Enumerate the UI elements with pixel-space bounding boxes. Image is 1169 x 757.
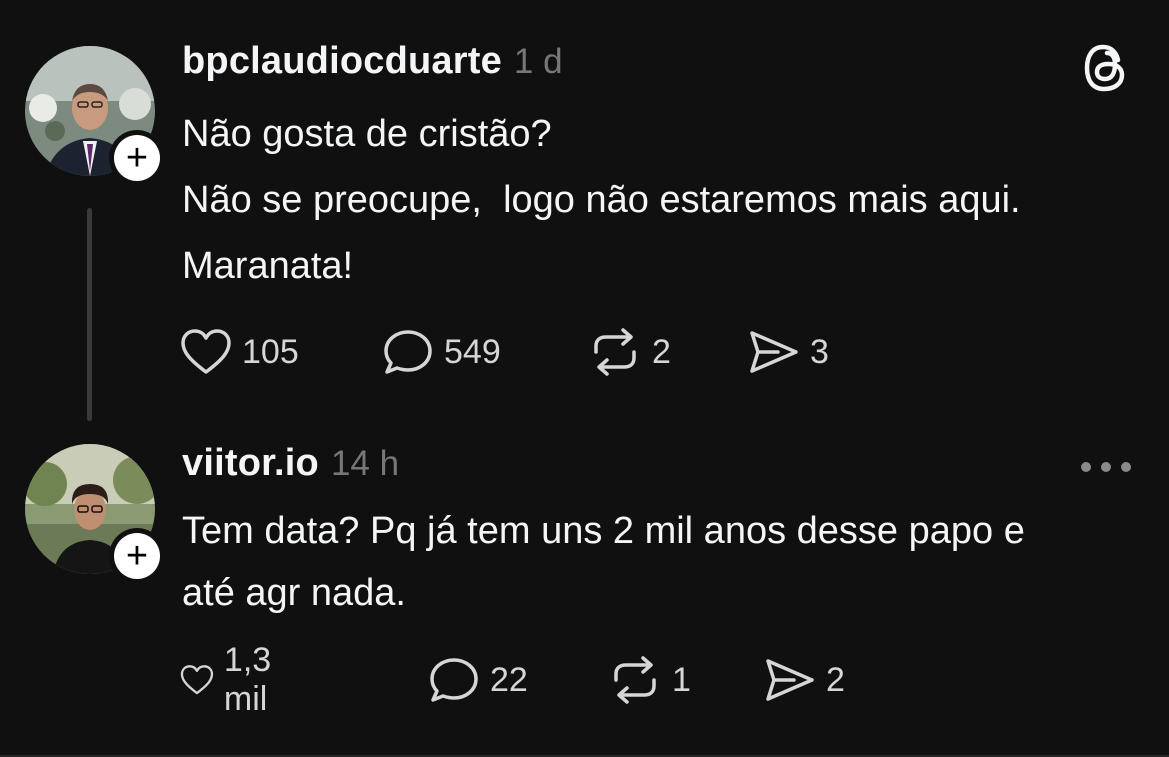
share-button[interactable]: 3: [748, 324, 829, 380]
send-icon: [766, 659, 814, 701]
post-body: Não gosta de cristão? Não se preocupe, l…: [182, 101, 1139, 299]
share-count: 3: [810, 332, 829, 371]
plus-icon: +: [114, 135, 160, 181]
post-text-line: Tem data? Pq já tem uns 2 mil anos desse…: [182, 510, 1025, 552]
post-time: 1 d: [513, 42, 563, 81]
avatar-container[interactable]: +: [25, 46, 165, 186]
like-count: 105: [242, 332, 299, 371]
send-icon: [750, 331, 798, 373]
post-body: Tem data? Pq já tem uns 2 mil anos desse…: [182, 500, 1139, 624]
comment-count: 549: [444, 332, 501, 371]
repost-button[interactable]: 2: [588, 324, 671, 380]
repost-icon: [594, 328, 636, 376]
more-options-button[interactable]: [1081, 460, 1131, 474]
more-dots-icon: [1121, 462, 1131, 472]
post-text-line: até agr nada.: [182, 572, 406, 614]
threads-conversation: + bpclaudiocduarte 1 d Não gosta de cris…: [0, 0, 1169, 757]
comment-icon: [384, 330, 432, 374]
post-time: 14 h: [330, 444, 400, 483]
post-header: bpclaudiocduarte 1 d: [182, 40, 563, 83]
comment-icon: [430, 658, 478, 702]
repost-count: 2: [652, 332, 671, 371]
post-text-line: Maranata!: [182, 245, 354, 287]
reply-post: + viitor.io 14 h Tem data? Pq já tem uns…: [0, 430, 1169, 757]
post-header: viitor.io 14 h: [182, 442, 399, 485]
comment-count: 22: [490, 660, 528, 699]
more-dots-icon: [1081, 462, 1091, 472]
share-button[interactable]: 2: [764, 652, 845, 708]
post-text-line: Não se preocupe, logo não estaremos mais…: [182, 179, 1021, 221]
like-count: 1,3 mil: [223, 641, 272, 718]
repost-button[interactable]: 1: [608, 652, 691, 708]
follow-button[interactable]: +: [109, 528, 165, 584]
comment-button[interactable]: 549: [382, 324, 501, 380]
thread-connector-line: [87, 208, 92, 421]
plus-icon: +: [114, 533, 160, 579]
repost-count: 1: [672, 660, 691, 699]
heart-icon: [180, 665, 214, 695]
more-dots-icon: [1101, 462, 1111, 472]
follow-button[interactable]: +: [109, 130, 165, 186]
comment-button[interactable]: 22: [428, 652, 528, 708]
avatar-container[interactable]: +: [25, 444, 165, 584]
username[interactable]: viitor.io: [182, 442, 319, 485]
repost-icon: [614, 656, 656, 704]
share-count: 2: [826, 660, 845, 699]
like-button[interactable]: 105: [180, 324, 299, 380]
username[interactable]: bpclaudiocduarte: [182, 40, 502, 83]
post-text-line: Não gosta de cristão?: [182, 113, 552, 155]
post: + bpclaudiocduarte 1 d Não gosta de cris…: [0, 0, 1169, 430]
threads-logo-icon[interactable]: [1083, 42, 1131, 94]
like-button[interactable]: 1,3 mil: [180, 641, 289, 718]
heart-icon: [181, 329, 231, 374]
